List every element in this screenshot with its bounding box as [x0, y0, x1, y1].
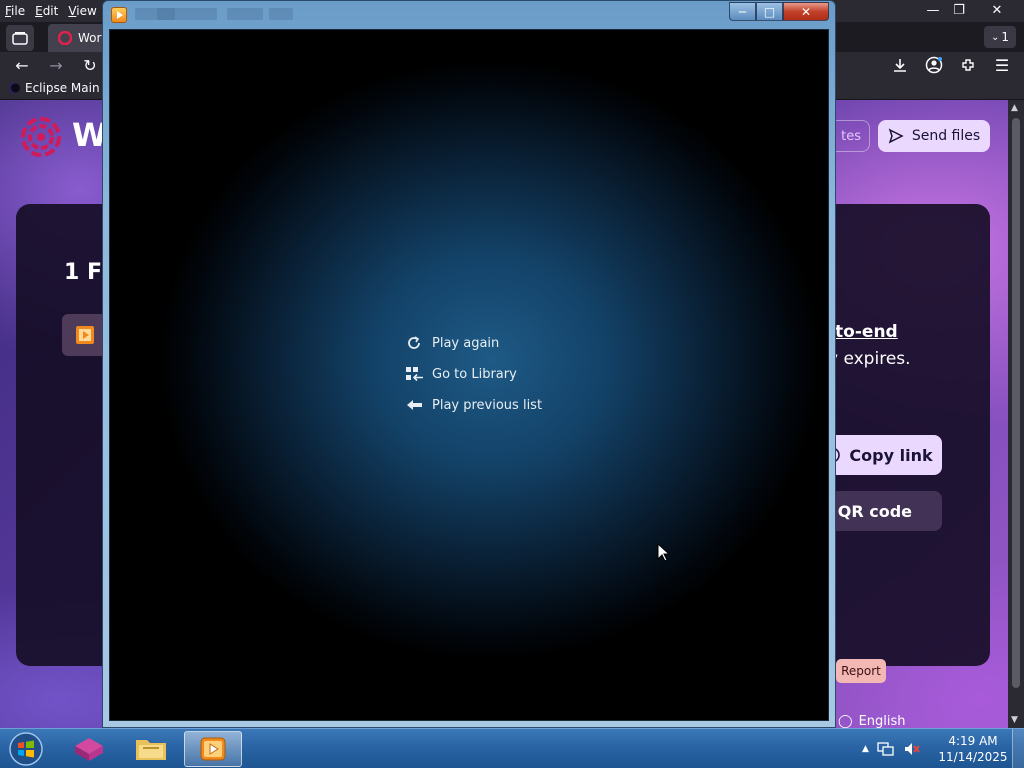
- browser-close-button[interactable]: ✕: [980, 0, 1014, 20]
- player-stage: Play again Go to Library Play previous l…: [109, 29, 829, 721]
- back-arrow-icon: [406, 396, 432, 414]
- page-scrollbar[interactable]: ▲ ▼: [1008, 100, 1024, 728]
- play-previous-list-label: Play previous list: [432, 397, 543, 413]
- go-to-library-label: Go to Library: [432, 366, 517, 382]
- encryption-link[interactable]: -to-end: [828, 322, 898, 342]
- ghost-menu-item: [227, 8, 263, 20]
- account-icon[interactable]: [922, 54, 946, 76]
- clock-date: 11/14/2025: [938, 750, 1008, 764]
- ghost-menu-item: [269, 8, 293, 20]
- show-hidden-icons-icon[interactable]: ▲: [862, 744, 869, 754]
- scroll-down-icon[interactable]: ▼: [1011, 715, 1018, 725]
- browser-restore-button[interactable]: ❐: [942, 0, 976, 20]
- go-to-library-item[interactable]: Go to Library: [406, 363, 606, 385]
- media-player-icon: [200, 737, 226, 761]
- show-desktop-button[interactable]: [1012, 729, 1024, 768]
- wetransfer-logo-icon: [21, 117, 61, 157]
- taskbar-app-cube[interactable]: [60, 731, 118, 767]
- media-player-window: ─ □ ✕ Play again Go to Library Play prev…: [102, 0, 836, 728]
- download-icon[interactable]: [888, 54, 912, 76]
- play-again-label: Play again: [432, 335, 500, 351]
- extensions-icon[interactable]: [956, 54, 980, 76]
- tab-list-icon: [12, 32, 28, 45]
- taskbar-file-explorer[interactable]: [122, 731, 180, 767]
- player-close-button[interactable]: ✕: [783, 2, 829, 21]
- back-arrow-icon[interactable]: ←: [10, 54, 34, 76]
- send-icon: [888, 128, 904, 144]
- scroll-up-icon[interactable]: ▲: [1011, 103, 1018, 113]
- network-icon[interactable]: [877, 741, 895, 757]
- media-player-app-icon: [111, 7, 127, 23]
- ghost-menu-item: [157, 8, 217, 20]
- eclipse-icon: [8, 82, 20, 94]
- play-again-item[interactable]: Play again: [406, 332, 606, 354]
- video-file-icon: [76, 326, 94, 344]
- volume-muted-icon[interactable]: [903, 741, 921, 757]
- system-tray: ▲: [862, 729, 921, 768]
- scroll-thumb[interactable]: [1012, 118, 1020, 688]
- report-button[interactable]: Report: [836, 659, 886, 683]
- chevron-down-icon: ⌄: [990, 31, 1000, 43]
- globe-icon: ◯: [838, 714, 853, 728]
- replay-icon: [406, 334, 432, 352]
- file-explorer-icon: [136, 740, 166, 760]
- reload-icon[interactable]: ↻: [78, 54, 102, 76]
- taskbar-media-player[interactable]: [184, 731, 242, 767]
- menu-edit[interactable]: Edit: [30, 4, 63, 18]
- hamburger-menu-icon[interactable]: ☰: [990, 54, 1014, 76]
- tab-count: 1: [1001, 30, 1010, 44]
- tab-overflow-button[interactable]: ⌄ 1: [984, 26, 1016, 48]
- menu-file[interactable]: File: [0, 4, 30, 18]
- copy-link-label: Copy link: [849, 445, 933, 465]
- forward-arrow-icon[interactable]: →: [44, 54, 68, 76]
- opera-favicon-icon: [58, 31, 72, 45]
- windows-taskbar: ▲ 4:19 AM 11/14/2025: [0, 728, 1024, 768]
- language-label: English: [858, 714, 906, 728]
- tab-list-button[interactable]: [6, 25, 34, 51]
- menu-view[interactable]: View: [63, 4, 101, 18]
- play-previous-list-item[interactable]: Play previous list: [406, 394, 606, 416]
- clock-time: 4:19 AM: [948, 734, 998, 748]
- bookmark-label: Eclipse Main S: [25, 81, 111, 95]
- expiry-text: y expires.: [828, 349, 911, 369]
- taskbar-clock[interactable]: 4:19 AM 11/14/2025: [938, 733, 1008, 765]
- player-titlebar[interactable]: ─ □ ✕: [103, 1, 835, 29]
- send-files-button[interactable]: Send files: [878, 120, 990, 152]
- library-icon: [406, 365, 432, 383]
- start-orb-icon[interactable]: [6, 731, 46, 767]
- player-minimize-button[interactable]: ─: [729, 2, 756, 21]
- mouse-cursor-icon: [657, 543, 671, 562]
- language-selector[interactable]: ◯ English: [838, 714, 906, 728]
- player-maximize-button[interactable]: □: [756, 2, 783, 21]
- tab-active[interactable]: Wor: [48, 24, 108, 52]
- app-cube-icon: [75, 738, 103, 761]
- tab-title: Wor: [78, 31, 102, 45]
- bookmark-eclipse[interactable]: Eclipse Main S: [8, 81, 111, 95]
- send-files-label: Send files: [911, 128, 981, 144]
